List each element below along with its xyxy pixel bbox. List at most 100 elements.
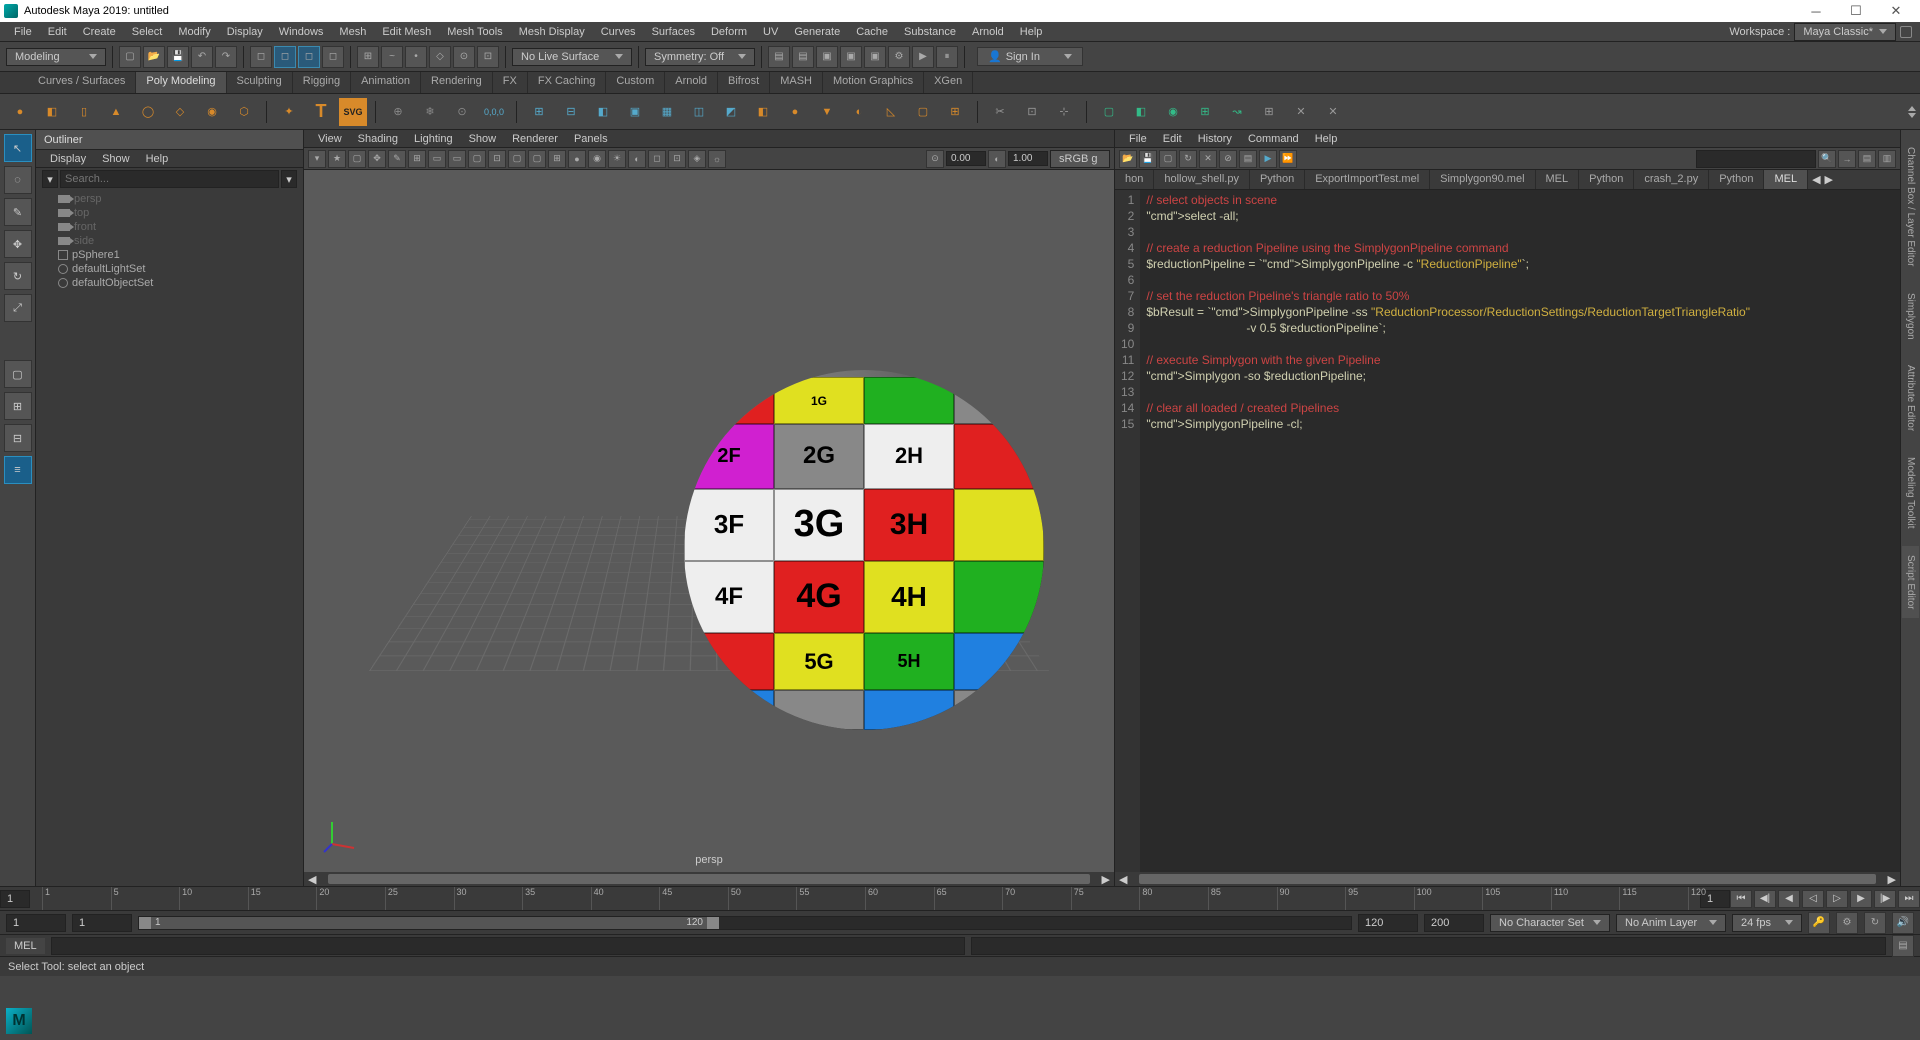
step-back-icon[interactable]: ◀ bbox=[1778, 890, 1800, 908]
menu-edit-mesh[interactable]: Edit Mesh bbox=[374, 24, 439, 40]
target-weld-icon[interactable]: ⊡ bbox=[1018, 98, 1046, 126]
outliner-item-front[interactable]: front bbox=[40, 220, 299, 234]
script-tab-3[interactable]: ExportImportTest.mel bbox=[1305, 170, 1430, 189]
script-open-icon[interactable]: 📂 bbox=[1119, 150, 1137, 168]
combine-icon[interactable]: ⊞ bbox=[525, 98, 553, 126]
menu-cache[interactable]: Cache bbox=[848, 24, 896, 40]
script-scrollbar[interactable]: ◀▶ bbox=[1115, 872, 1900, 886]
tab-channel-box[interactable]: Channel Box / Layer Editor bbox=[1902, 138, 1919, 276]
pause-icon[interactable]: ⏸ bbox=[936, 46, 958, 68]
shelf-tab-sculpt[interactable]: Sculpting bbox=[227, 72, 293, 93]
vp-far-field[interactable] bbox=[1008, 151, 1048, 166]
tab-prev-icon[interactable]: ◀ bbox=[1812, 173, 1820, 186]
shelf-tab-rendering[interactable]: Rendering bbox=[421, 72, 493, 93]
vp-xray-icon[interactable]: ⊡ bbox=[668, 150, 686, 168]
poly-cube-icon[interactable]: ◧ bbox=[38, 98, 66, 126]
outliner-filter-icon[interactable]: ▾ bbox=[42, 170, 58, 188]
minimize-button[interactable]: ─ bbox=[1796, 0, 1836, 22]
layout-single-icon[interactable]: ▢ bbox=[4, 360, 32, 388]
script-tab-5[interactable]: MEL bbox=[1536, 170, 1580, 189]
paint-select-icon[interactable]: ✎ bbox=[4, 198, 32, 226]
mirror-icon[interactable]: ◐ bbox=[845, 98, 873, 126]
workspace-select[interactable]: Maya Classic* bbox=[1794, 23, 1896, 41]
snap-view-icon[interactable]: ⊡ bbox=[477, 46, 499, 68]
vp-wireframe-icon[interactable]: ⊞ bbox=[548, 150, 566, 168]
menu-mesh-tools[interactable]: Mesh Tools bbox=[439, 24, 510, 40]
rotate-tool-icon[interactable]: ↻ bbox=[4, 262, 32, 290]
play-back-icon[interactable]: ◁ bbox=[1802, 890, 1824, 908]
make-live-icon[interactable]: ◧ bbox=[1127, 98, 1155, 126]
step-back-key-icon[interactable]: ◀| bbox=[1754, 890, 1776, 908]
fill-hole-icon[interactable]: ◩ bbox=[717, 98, 745, 126]
poly-platonic-icon[interactable]: ⬡ bbox=[230, 98, 258, 126]
triangulate-icon[interactable]: ◺ bbox=[877, 98, 905, 126]
script-tab-8[interactable]: Python bbox=[1709, 170, 1764, 189]
shelf-tab-poly[interactable]: Poly Modeling bbox=[136, 72, 226, 93]
outliner-item-top[interactable]: top bbox=[40, 206, 299, 220]
vp-colorspace-select[interactable]: sRGB g bbox=[1050, 150, 1110, 168]
select-mode-3-icon[interactable]: ◻ bbox=[298, 46, 320, 68]
render-frame-icon[interactable]: ▣ bbox=[840, 46, 862, 68]
script-menu-help[interactable]: Help bbox=[1307, 131, 1346, 147]
boolean-icon[interactable]: ◧ bbox=[589, 98, 617, 126]
vp-safe-action-icon[interactable]: ▢ bbox=[508, 150, 526, 168]
script-layout-icon[interactable]: ▤ bbox=[1858, 150, 1876, 168]
outliner-menu-display[interactable]: Display bbox=[42, 151, 94, 167]
undo-icon[interactable]: ↶ bbox=[191, 46, 213, 68]
menu-create[interactable]: Create bbox=[75, 24, 124, 40]
menu-surfaces[interactable]: Surfaces bbox=[644, 24, 703, 40]
outliner-search-input[interactable] bbox=[60, 170, 279, 188]
vp-isolate-icon[interactable]: ◻ bbox=[648, 150, 666, 168]
menu-uv[interactable]: UV bbox=[755, 24, 786, 40]
select-mode-icon[interactable]: ◻ bbox=[250, 46, 272, 68]
menu-file[interactable]: File bbox=[6, 24, 40, 40]
script-execute-all-icon[interactable]: ⏩ bbox=[1279, 150, 1297, 168]
outliner-item-psphere1[interactable]: pSphere1 bbox=[40, 248, 299, 262]
step-forward-icon[interactable]: ▶ bbox=[1850, 890, 1872, 908]
vp-grid-icon[interactable]: ⊞ bbox=[408, 150, 426, 168]
vp-textured-icon[interactable]: ◉ bbox=[588, 150, 606, 168]
vp-menu-show[interactable]: Show bbox=[461, 131, 505, 147]
tab-modeling-toolkit[interactable]: Modeling Toolkit bbox=[1902, 448, 1919, 538]
menu-windows[interactable]: Windows bbox=[271, 24, 332, 40]
snap-point-icon[interactable]: • bbox=[405, 46, 427, 68]
shelf-scroll-down-icon[interactable] bbox=[1908, 113, 1916, 118]
vp-safe-title-icon[interactable]: ▢ bbox=[528, 150, 546, 168]
select-mode-4-icon[interactable]: ◻ bbox=[322, 46, 344, 68]
layout-four-icon[interactable]: ⊞ bbox=[4, 392, 32, 420]
snap-center-icon[interactable]: ⊙ bbox=[453, 46, 475, 68]
smooth-icon[interactable]: ● bbox=[781, 98, 809, 126]
range-start-in[interactable] bbox=[72, 914, 132, 932]
script-code-area[interactable]: 123456789101112131415 // select objects … bbox=[1115, 190, 1900, 872]
offset-edge-icon[interactable]: ✕ bbox=[1287, 98, 1315, 126]
shelf-tab-fx[interactable]: FX bbox=[493, 72, 528, 93]
vp-shadows-icon[interactable]: ◐ bbox=[628, 150, 646, 168]
vp-gate-mask-icon[interactable]: ▢ bbox=[468, 150, 486, 168]
poly-torus-icon[interactable]: ◯ bbox=[134, 98, 162, 126]
slide-edge-icon[interactable]: ⊞ bbox=[1255, 98, 1283, 126]
vp-far-icon[interactable]: ◐ bbox=[988, 150, 1006, 168]
reduce-icon[interactable]: ▼ bbox=[813, 98, 841, 126]
vp-2d-pan-icon[interactable]: ✥ bbox=[368, 150, 386, 168]
menu-deform[interactable]: Deform bbox=[703, 24, 755, 40]
vp-menu-renderer[interactable]: Renderer bbox=[504, 131, 566, 147]
menu-help[interactable]: Help bbox=[1012, 24, 1051, 40]
poly-cone-icon[interactable]: ▲ bbox=[102, 98, 130, 126]
vp-film-gate-icon[interactable]: ▭ bbox=[428, 150, 446, 168]
viewport-3d[interactable]: 1G 2F 2G 2H 3F 3G 3H bbox=[304, 170, 1114, 872]
quadrangulate-icon[interactable]: ▢ bbox=[909, 98, 937, 126]
history-icon[interactable]: ▤ bbox=[768, 46, 790, 68]
tab-script-editor[interactable]: Script Editor bbox=[1902, 546, 1919, 618]
bridge-icon[interactable]: ▦ bbox=[653, 98, 681, 126]
vp-near-field[interactable] bbox=[946, 151, 986, 166]
script-tab-6[interactable]: Python bbox=[1579, 170, 1634, 189]
time-slider[interactable]: 1510152025303540455055606570758085909510… bbox=[0, 886, 1920, 910]
shelf-tab-curves[interactable]: Curves / Surfaces bbox=[28, 72, 136, 93]
shelf-tab-rigging[interactable]: Rigging bbox=[293, 72, 351, 93]
tab-attribute-editor[interactable]: Attribute Editor bbox=[1902, 356, 1919, 440]
signin-button[interactable]: 👤Sign In bbox=[977, 47, 1083, 66]
shelf-scroll-up-icon[interactable] bbox=[1908, 106, 1916, 111]
menu-mesh-display[interactable]: Mesh Display bbox=[511, 24, 593, 40]
script-tab-2[interactable]: Python bbox=[1250, 170, 1305, 189]
open-scene-icon[interactable]: 📂 bbox=[143, 46, 165, 68]
